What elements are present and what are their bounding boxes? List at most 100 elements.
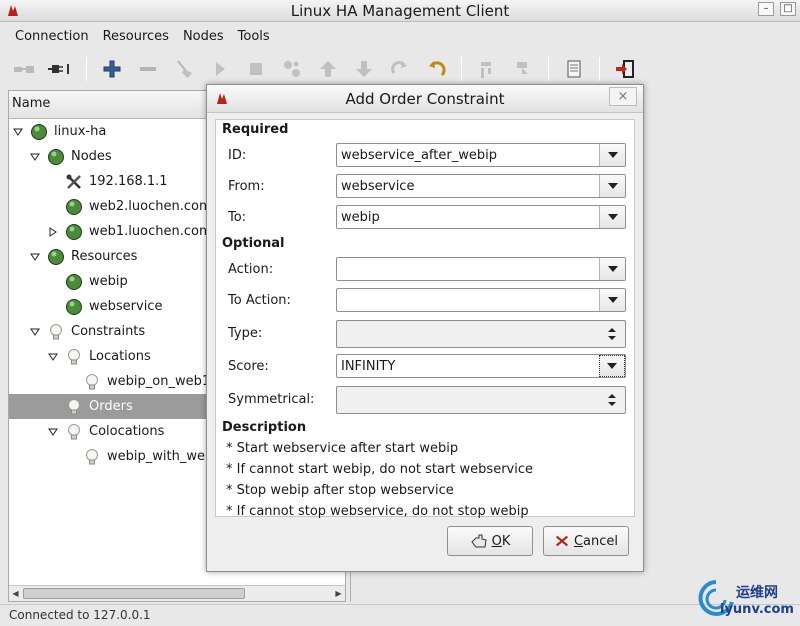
log-icon <box>567 60 581 78</box>
close-icon[interactable]: × <box>609 87 637 106</box>
toolbar-separator <box>548 57 549 81</box>
tree-item-label: Locations <box>89 349 151 364</box>
score-value: INFINITY <box>341 359 396 374</box>
description-line: * Stop webip after stop webservice <box>226 483 454 498</box>
lightbulb-icon <box>68 348 80 364</box>
connect-button[interactable] <box>10 54 40 84</box>
description-line: * Start webservice after start webip <box>226 441 459 456</box>
menu-tools[interactable]: Tools <box>231 26 277 50</box>
standby-button[interactable] <box>472 54 502 84</box>
scroll-left-icon[interactable]: ◀ <box>9 587 22 600</box>
broom-icon <box>177 60 192 78</box>
required-section-label: Required <box>222 122 289 137</box>
green-ball-icon <box>48 148 64 165</box>
stop-icon <box>250 63 262 75</box>
id-label: ID: <box>228 148 247 163</box>
from-combo[interactable]: webservice <box>336 174 626 198</box>
to-value: webip <box>341 210 380 225</box>
to-action-label: To Action: <box>228 293 291 308</box>
expanded-arrow-icon[interactable] <box>47 351 59 363</box>
id-combo[interactable]: webservice_after_webip <box>336 143 626 167</box>
lightbulb-icon <box>68 423 80 439</box>
cleanup-button[interactable] <box>169 54 199 84</box>
to-combo[interactable]: webip <box>336 205 626 229</box>
minimize-button[interactable]: – <box>758 2 774 16</box>
log-button[interactable] <box>559 54 589 84</box>
horizontal-scrollbar[interactable]: ◀ ▶ <box>9 585 345 601</box>
expanded-arrow-icon[interactable] <box>29 326 41 338</box>
to-action-combo[interactable] <box>336 288 626 312</box>
action-combo[interactable] <box>336 257 626 281</box>
ok-mnemonic: O <box>491 533 502 549</box>
chevron-down-icon[interactable] <box>599 289 625 311</box>
maximize-button[interactable]: □ <box>780 2 796 16</box>
stop-button[interactable] <box>241 54 271 84</box>
chevron-down-icon[interactable] <box>599 175 625 197</box>
online-button[interactable] <box>508 54 538 84</box>
migrate-button[interactable] <box>277 54 307 84</box>
type-select[interactable] <box>336 320 626 348</box>
expanded-arrow-icon[interactable] <box>29 251 41 263</box>
green-ball-icon <box>66 198 82 215</box>
move-down-button[interactable] <box>349 54 379 84</box>
ok-button[interactable]: OK <box>447 526 533 556</box>
remove-icon <box>140 67 156 71</box>
scroll-right-icon[interactable]: ▶ <box>332 587 345 600</box>
green-ball-icon <box>48 248 64 265</box>
chevron-down-icon[interactable] <box>599 206 625 228</box>
remove-button[interactable] <box>133 54 163 84</box>
scrollbar-thumb[interactable] <box>23 588 245 599</box>
menu-resources[interactable]: Resources <box>96 26 176 50</box>
tree-item-label: 192.168.1.1 <box>89 174 168 189</box>
add-icon <box>103 60 121 78</box>
description-section-label: Description <box>222 420 307 435</box>
menu-nodes[interactable]: Nodes <box>176 26 231 50</box>
status-bar: Connected to 127.0.0.1 <box>0 604 800 626</box>
add-button[interactable] <box>97 54 127 84</box>
toolbar-separator <box>86 57 87 81</box>
start-button[interactable] <box>205 54 235 84</box>
redo-icon <box>391 61 407 74</box>
chevron-down-icon[interactable] <box>599 355 625 377</box>
to-label: To: <box>228 210 247 225</box>
disconnect-button[interactable] <box>46 54 76 84</box>
tree-item-label: Nodes <box>71 149 112 164</box>
dialog-title: Add Order Constraint <box>345 90 505 108</box>
tree-item-label: web2.luochen.com <box>89 199 212 214</box>
watermark-title: 运维网 <box>736 585 778 601</box>
green-ball-icon <box>31 123 47 140</box>
tree-item-label: Constraints <box>71 324 146 339</box>
cancel-button[interactable]: Cancel <box>543 526 629 556</box>
cancel-mnemonic: C <box>573 533 584 549</box>
menu-connection[interactable]: Connection <box>8 26 96 50</box>
arrow-up-icon <box>320 61 336 77</box>
description-line: * If cannot start webip, do not start we… <box>226 462 533 477</box>
redo-button[interactable] <box>385 54 415 84</box>
cancel-label-rest: ancel <box>583 533 618 549</box>
play-icon <box>216 62 225 76</box>
exit-button[interactable] <box>610 54 640 84</box>
dialog-buttons: OK Cancel <box>447 526 629 556</box>
from-label: From: <box>228 179 265 194</box>
migrate-icon <box>284 61 300 77</box>
undo-button[interactable] <box>421 54 451 84</box>
up-down-arrows-icon[interactable] <box>599 387 625 413</box>
score-combo[interactable]: INFINITY <box>336 354 626 378</box>
optional-section-label: Optional <box>222 236 285 251</box>
chevron-down-icon[interactable] <box>599 144 625 166</box>
collapsed-arrow-icon[interactable] <box>47 226 59 238</box>
expanded-arrow-icon[interactable] <box>12 126 24 138</box>
from-value: webservice <box>341 179 415 194</box>
move-up-button[interactable] <box>313 54 343 84</box>
expanded-arrow-icon[interactable] <box>47 426 59 438</box>
description-line: * If cannot stop webservice, do not stop… <box>226 504 529 519</box>
exit-icon <box>616 60 634 78</box>
chevron-down-icon[interactable] <box>599 258 625 280</box>
symmetrical-select[interactable] <box>336 386 626 414</box>
toolbar <box>0 52 800 86</box>
tree-item-label: webip_on_web1 <box>107 374 211 389</box>
ok-label-rest: K <box>501 533 511 549</box>
up-down-arrows-icon[interactable] <box>599 321 625 347</box>
standby-icon <box>481 62 491 78</box>
expanded-arrow-icon[interactable] <box>29 151 41 163</box>
